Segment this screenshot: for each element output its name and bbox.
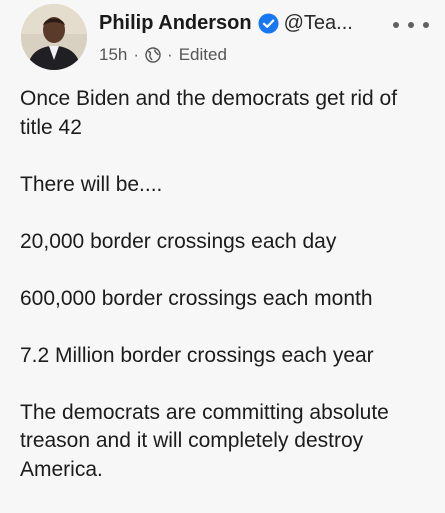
post-paragraph: 600,000 border crossings each month [20, 286, 373, 310]
more-dot [393, 22, 399, 28]
post-paragraph: Once Biden and the democrats get rid of … [20, 87, 398, 139]
post-paragraph: The democrats are committing absolute tr… [20, 400, 389, 481]
author-row: Philip Anderson @Tea... [99, 9, 353, 37]
globe-icon[interactable] [145, 47, 161, 63]
post-meta: 15h · · Edited [99, 44, 227, 66]
post-paragraph: 7.2 Million border crossings each year [20, 343, 374, 367]
post-header: Philip Anderson @Tea... 15h · · Edited [0, 0, 445, 80]
meta-separator: · [133, 45, 140, 64]
more-dot [423, 22, 429, 28]
post-time[interactable]: 15h [99, 45, 127, 65]
post-paragraph: There will be.... [20, 172, 163, 196]
avatar[interactable] [21, 4, 87, 70]
author-handle[interactable]: @Tea... [284, 12, 353, 35]
more-options-icon[interactable] [393, 18, 429, 32]
post-body: Once Biden and the democrats get rid of … [20, 85, 432, 513]
avatar-image [21, 4, 87, 70]
post-card: Philip Anderson @Tea... 15h · · Edited O… [0, 0, 445, 500]
meta-separator: · [167, 45, 173, 64]
verified-badge-icon [258, 13, 279, 34]
edited-label[interactable]: Edited [179, 45, 227, 65]
post-paragraph: 20,000 border crossings each day [20, 229, 337, 253]
more-dot [408, 22, 414, 28]
author-name[interactable]: Philip Anderson [99, 12, 252, 35]
